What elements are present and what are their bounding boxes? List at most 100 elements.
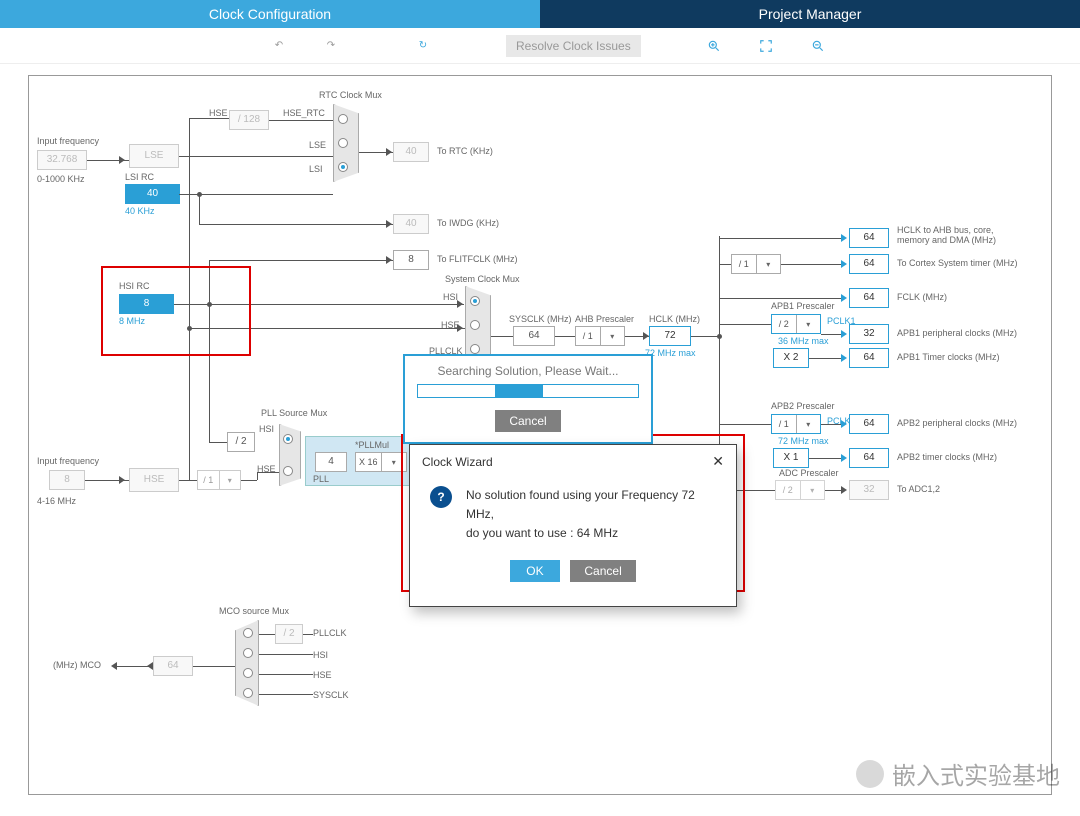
mco-radio-sysclk[interactable]: [243, 688, 253, 698]
wizard-ok-button[interactable]: OK: [510, 560, 559, 582]
sys-radio-pll[interactable]: [470, 344, 480, 354]
search-cancel-button[interactable]: Cancel: [495, 410, 560, 432]
hclk-label: HCLK (MHz): [649, 314, 700, 324]
mco-sysclk-sig: SYSCLK: [313, 690, 349, 700]
apb2-div-select[interactable]: / 1▾: [771, 414, 821, 434]
iwdg-out-value: 40: [393, 214, 429, 234]
tab-bar: Clock Configuration Project Manager: [0, 0, 1080, 28]
sys-radio-hsi[interactable]: [470, 296, 480, 306]
searching-dialog: Searching Solution, Please Wait... Cance…: [403, 354, 653, 444]
apb1-div-select[interactable]: / 2▾: [771, 314, 821, 334]
lse-box[interactable]: LSE: [129, 144, 179, 168]
cortex-out-value: 64: [849, 254, 889, 274]
rtc-radio-lsi[interactable]: [338, 162, 348, 172]
hclk-out-value: 64: [849, 228, 889, 248]
pll-label: PLL: [313, 474, 329, 484]
hse-box[interactable]: HSE: [129, 468, 179, 492]
fit-icon[interactable]: [757, 37, 775, 55]
refresh-icon[interactable]: ↻: [414, 37, 432, 55]
rtc-radio-lse[interactable]: [338, 138, 348, 148]
to-rtc-label: To RTC (KHz): [437, 146, 493, 156]
flitf-value: 8: [393, 250, 429, 270]
div128-box: / 128: [229, 110, 269, 130]
hse-div-select[interactable]: / 1▾: [197, 470, 241, 490]
input-freq-bot-range: 4-16 MHz: [37, 496, 76, 506]
pll-mul-label: *PLLMul: [355, 440, 389, 450]
hclk-out-label: HCLK to AHB bus, core, memory and DMA (M…: [897, 225, 1027, 245]
sysclk-label: SYSCLK (MHz): [509, 314, 572, 324]
mco-radio-pllclk[interactable]: [243, 628, 253, 638]
hsi-hz: 8 MHz: [119, 316, 145, 326]
hclk-value[interactable]: 72: [649, 326, 691, 346]
undo-icon[interactable]: ↶: [270, 37, 288, 55]
pll-src-mux-label: PLL Source Mux: [261, 408, 327, 418]
zoom-in-icon[interactable]: [705, 37, 723, 55]
apb2-prescaler-label: APB2 Prescaler: [771, 401, 835, 411]
tab-clock-config[interactable]: Clock Configuration: [0, 0, 540, 28]
close-icon[interactable]: ✕: [712, 453, 724, 470]
resolve-clock-issues-button[interactable]: Resolve Clock Issues: [506, 35, 641, 57]
hsi-rc-label: HSI RC: [119, 281, 150, 291]
input-freq-label: Input frequency: [37, 136, 99, 146]
chevron-down-icon: ▾: [800, 481, 825, 499]
sys-radio-hse[interactable]: [470, 320, 480, 330]
apb1t-out-value: 64: [849, 348, 889, 368]
apb2t-out-value: 64: [849, 448, 889, 468]
apb1p-out-value: 32: [849, 324, 889, 344]
mco-value: 64: [153, 656, 193, 676]
mco-hsi-sig: HSI: [313, 650, 328, 660]
apb1-prescaler-label: APB1 Prescaler: [771, 301, 835, 311]
wizard-message: No solution found using your Frequency 7…: [466, 486, 716, 544]
fclk-out-label: FCLK (MHz): [897, 292, 947, 302]
mco-pllclk-sig: PLLCLK: [313, 628, 347, 638]
apb1t-out-label: APB1 Timer clocks (MHz): [897, 352, 1000, 362]
apb2p-out-label: APB2 peripheral clocks (MHz): [897, 418, 1017, 428]
apb2-max: 72 MHz max: [778, 436, 829, 446]
lsi-value[interactable]: 40: [125, 184, 180, 204]
zoom-out-icon[interactable]: [809, 37, 827, 55]
apb2-x1-box: X 1: [773, 448, 809, 468]
cortex-out-label: To Cortex System timer (MHz): [897, 258, 1018, 268]
chevron-down-icon: ▾: [796, 315, 821, 333]
mco-div2-box: / 2: [275, 624, 303, 644]
pll-value[interactable]: 4: [315, 452, 347, 472]
cortex-div-select[interactable]: / 1▾: [731, 254, 781, 274]
sys-mux-label: System Clock Mux: [445, 274, 520, 284]
input-freq-bot-label: Input frequency: [37, 456, 99, 466]
progress-bar: [417, 384, 639, 398]
rtc-radio-hse[interactable]: [338, 114, 348, 124]
wizard-cancel-button[interactable]: Cancel: [570, 560, 635, 582]
chevron-down-icon: ▾: [381, 453, 407, 471]
hsi-value[interactable]: 8: [119, 294, 174, 314]
mco-radio-hse[interactable]: [243, 668, 253, 678]
chevron-down-icon: ▾: [756, 255, 781, 273]
redo-icon[interactable]: ↷: [322, 37, 340, 55]
mco-radio-hsi[interactable]: [243, 648, 253, 658]
rtc-out-value: 40: [393, 142, 429, 162]
pll-radio-hse[interactable]: [283, 466, 293, 476]
adc-div-select[interactable]: / 2▾: [775, 480, 825, 500]
pll-mul-select[interactable]: X 16▾: [355, 452, 407, 472]
chevron-down-icon: ▾: [600, 327, 625, 345]
clock-wizard-dialog: Clock Wizard ✕ ? No solution found using…: [409, 444, 737, 607]
lsi-sig: LSI: [309, 164, 323, 174]
input-freq-bot-value[interactable]: 8: [49, 470, 85, 490]
ahb-div-select[interactable]: / 1▾: [575, 326, 625, 346]
pll-src-mux[interactable]: [279, 424, 301, 486]
rtc-mux-label: RTC Clock Mux: [319, 90, 382, 100]
hse-rtc-label: HSE_RTC: [283, 108, 325, 118]
clock-diagram[interactable]: Input frequency 32.768 0-1000 KHz LSE LS…: [28, 75, 1052, 795]
adc-out-value: 32: [849, 480, 889, 500]
toolbar: ↶ ↷ ↻ Resolve Clock Issues: [0, 28, 1080, 64]
chevron-down-icon: ▾: [219, 471, 241, 489]
input-freq-value[interactable]: 32.768: [37, 150, 87, 170]
sysclk-value[interactable]: 64: [513, 326, 555, 346]
input-freq-range: 0-1000 KHz: [37, 174, 85, 184]
chevron-down-icon: ▾: [796, 415, 821, 433]
apb1p-out-label: APB1 peripheral clocks (MHz): [897, 328, 1017, 338]
sys-hsi-sig: HSI: [443, 292, 458, 302]
pll-radio-hsi[interactable]: [283, 434, 293, 444]
tab-project-manager[interactable]: Project Manager: [540, 0, 1080, 28]
apb2p-out-value: 64: [849, 414, 889, 434]
ahb-prescaler-label: AHB Prescaler: [575, 314, 634, 324]
